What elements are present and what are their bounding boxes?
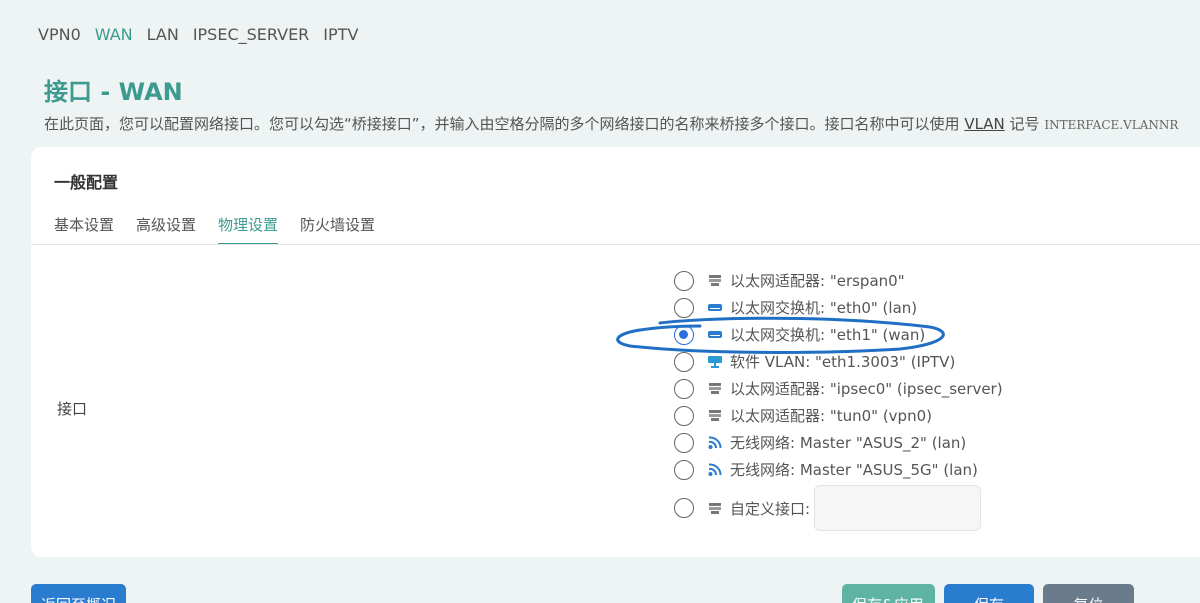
- option-label: 软件 VLAN: "eth1.3003" (IPTV): [730, 353, 956, 371]
- option-label: 无线网络: Master "ASUS_2" (lan): [730, 434, 967, 452]
- tab-firewall-settings[interactable]: 防火墙设置: [300, 214, 375, 245]
- reset-button[interactable]: 复位: [1043, 584, 1134, 603]
- custom-interface-option[interactable]: 自定义接口:: [674, 483, 1003, 533]
- option-label: 以太网适配器: "ipsec0" (ipsec_server): [730, 380, 1003, 398]
- radio-ipsec0[interactable]: [674, 378, 694, 399]
- radio-erspan0[interactable]: [674, 270, 694, 291]
- vlan-link[interactable]: VLAN: [964, 115, 1004, 133]
- desc-text-2: 记号: [1004, 115, 1045, 133]
- divider: [31, 244, 1200, 245]
- page-title: 接口 - WAN: [44, 78, 183, 106]
- interface-option[interactable]: 无线网络: Master "ASUS_2" (lan): [674, 429, 1003, 456]
- save-button[interactable]: 保存: [944, 584, 1034, 603]
- radio-asus-5g[interactable]: [674, 459, 694, 480]
- radio-custom[interactable]: [674, 498, 694, 518]
- radio-eth0[interactable]: [674, 297, 694, 318]
- option-label: 以太网交换机: "eth1" (wan): [730, 326, 926, 344]
- tab-basic-settings[interactable]: 基本设置: [54, 214, 114, 245]
- tab-vpn0[interactable]: VPN0: [38, 24, 81, 46]
- general-config-card: 一般配置 基本设置 高级设置 物理设置 防火墙设置 接口 以太网适配器: "er…: [31, 147, 1200, 557]
- option-label: 以太网适配器: "erspan0": [730, 272, 905, 290]
- tab-iptv[interactable]: IPTV: [323, 24, 358, 46]
- interface-option[interactable]: 以太网适配器: "ipsec0" (ipsec_server): [674, 375, 1003, 402]
- radio-tun0[interactable]: [674, 405, 694, 426]
- tab-advanced-settings[interactable]: 高级设置: [136, 214, 196, 245]
- interface-option[interactable]: 以太网交换机: "eth1" (wan): [674, 321, 1003, 348]
- wifi-icon: [708, 436, 722, 449]
- tab-ipsec-server[interactable]: IPSEC_SERVER: [193, 24, 309, 46]
- page-description: 在此页面，您可以配置网络接口。您可以勾选“桥接接口”，并输入由空格分隔的多个网络…: [44, 113, 1178, 134]
- custom-interface-input[interactable]: [814, 485, 982, 531]
- ethernet-adapter-icon: [709, 275, 721, 286]
- tab-wan[interactable]: WAN: [95, 24, 133, 46]
- section-title: 一般配置: [54, 173, 119, 192]
- interface-option[interactable]: 以太网交换机: "eth0" (lan): [674, 294, 1003, 321]
- wifi-icon: [708, 463, 722, 476]
- ethernet-adapter-icon: [709, 410, 721, 421]
- vlan-notation: INTERFACE.VLANNR: [1044, 118, 1179, 132]
- save-apply-button[interactable]: 保存&应用: [842, 584, 935, 603]
- tab-physical-settings[interactable]: 物理设置: [218, 214, 279, 245]
- ethernet-adapter-icon: [709, 383, 721, 394]
- ethernet-adapter-icon: [709, 502, 721, 514]
- interface-option[interactable]: 软件 VLAN: "eth1.3003" (IPTV): [674, 348, 1003, 375]
- interface-option[interactable]: 以太网适配器: "erspan0": [674, 267, 1003, 294]
- tab-lan[interactable]: LAN: [147, 24, 179, 46]
- interface-field-label: 接口: [57, 400, 88, 418]
- ethernet-switch-icon: [708, 304, 722, 311]
- interface-options: 以太网适配器: "erspan0" 以太网交换机: "eth0" (lan) 以…: [674, 267, 1003, 533]
- vlan-icon: [708, 356, 722, 368]
- interface-option[interactable]: 无线网络: Master "ASUS_5G" (lan): [674, 456, 1003, 483]
- desc-text: 在此页面，您可以配置网络接口。您可以勾选“桥接接口”，并输入由空格分隔的多个网络…: [44, 115, 965, 133]
- option-label: 以太网交换机: "eth0" (lan): [730, 299, 918, 317]
- radio-eth1[interactable]: [674, 324, 694, 345]
- interface-tabs: VPN0 WAN LAN IPSEC_SERVER IPTV: [38, 24, 358, 46]
- option-label: 以太网适配器: "tun0" (vpn0): [730, 407, 932, 425]
- radio-asus-2[interactable]: [674, 432, 694, 453]
- option-label: 无线网络: Master "ASUS_5G" (lan): [730, 461, 978, 479]
- back-to-overview-button[interactable]: 返回至概况: [31, 584, 126, 603]
- custom-interface-label: 自定义接口:: [730, 499, 811, 518]
- config-tabs: 基本设置 高级设置 物理设置 防火墙设置: [54, 214, 375, 245]
- radio-eth1-3003[interactable]: [674, 351, 694, 372]
- interface-option[interactable]: 以太网适配器: "tun0" (vpn0): [674, 402, 1003, 429]
- ethernet-switch-icon: [708, 331, 722, 338]
